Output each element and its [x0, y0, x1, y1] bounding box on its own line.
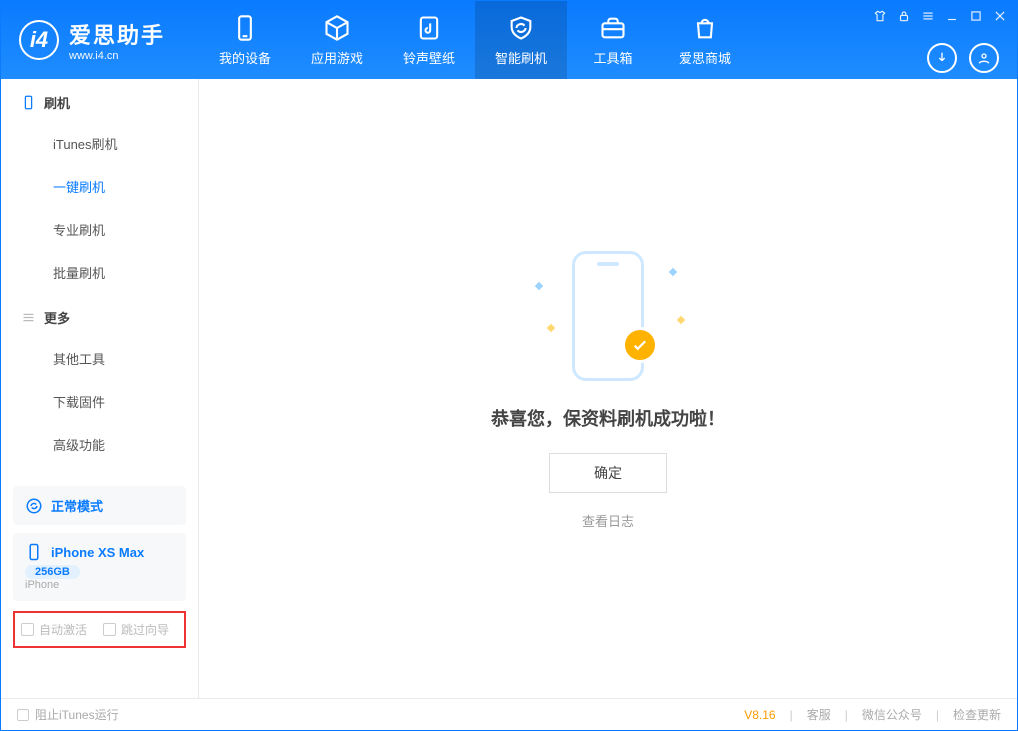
device-phone-icon [25, 543, 43, 561]
logo-text: 爱思助手 www.i4.cn [69, 18, 165, 62]
sync-icon [25, 497, 43, 515]
shirt-icon[interactable] [873, 9, 887, 28]
separator: | [845, 708, 848, 722]
tab-apps-games[interactable]: 应用游戏 [291, 1, 383, 79]
titlebar-controls [873, 9, 1007, 28]
device-type: iPhone [25, 579, 174, 591]
logo-block: i4 爱思助手 www.i4.cn [1, 1, 199, 79]
body: 刷机 iTunes刷机 一键刷机 专业刷机 批量刷机 更多 其他工具 下载固件 … [1, 79, 1017, 698]
success-message: 恭喜您，保资料刷机成功啦！ [491, 405, 725, 431]
close-icon[interactable] [993, 9, 1007, 28]
sparkle-icon [669, 268, 677, 276]
group-title-text: 刷机 [44, 93, 70, 112]
sidebar-group-more: 更多 [1, 294, 198, 337]
header-action-circles [927, 43, 999, 73]
footer: 阻止iTunes运行 V8.16 | 客服 | 微信公众号 | 检查更新 [1, 698, 1017, 730]
ok-button[interactable]: 确定 [549, 453, 667, 493]
refresh-shield-icon [507, 14, 535, 42]
tab-flash[interactable]: 智能刷机 [475, 1, 567, 79]
note-icon [415, 14, 443, 42]
phone-icon [231, 14, 259, 42]
tab-label: 爱思商城 [679, 48, 731, 67]
download-icon[interactable] [927, 43, 957, 73]
sidebar: 刷机 iTunes刷机 一键刷机 专业刷机 批量刷机 更多 其他工具 下载固件 … [1, 79, 199, 698]
checkbox-label: 自动激活 [39, 621, 87, 638]
sidebar-item-pro-flash[interactable]: 专业刷机 [1, 208, 198, 251]
app-window: i4 爱思助手 www.i4.cn 我的设备 应用游戏 铃声壁纸 智能刷机 [0, 0, 1018, 731]
tab-label: 应用游戏 [311, 48, 363, 67]
sparkle-icon [535, 282, 543, 290]
checkbox-block-itunes[interactable]: 阻止iTunes运行 [17, 706, 119, 723]
footer-links: V8.16 | 客服 | 微信公众号 | 检查更新 [744, 706, 1001, 723]
sparkle-icon [547, 324, 555, 332]
tab-label: 铃声壁纸 [403, 48, 455, 67]
mode-label: 正常模式 [51, 496, 103, 515]
separator: | [790, 708, 793, 722]
main-content: 恭喜您，保资料刷机成功啦！ 确定 查看日志 [199, 79, 1017, 698]
device-capacity-badge: 256GB [25, 565, 80, 579]
wechat-link[interactable]: 微信公众号 [862, 706, 922, 723]
success-graphic [528, 247, 688, 387]
sparkle-icon [677, 316, 685, 324]
tab-label: 工具箱 [593, 48, 632, 67]
tab-ringtones[interactable]: 铃声壁纸 [383, 1, 475, 79]
sidebar-item-advanced[interactable]: 高级功能 [1, 423, 198, 466]
checkbox-skip-guide[interactable]: 跳过向导 [103, 621, 169, 638]
update-link[interactable]: 检查更新 [953, 706, 1001, 723]
checkbox-label: 跳过向导 [121, 621, 169, 638]
sidebar-item-download-firmware[interactable]: 下载固件 [1, 380, 198, 423]
maximize-icon[interactable] [969, 9, 983, 28]
tab-toolbox[interactable]: 工具箱 [567, 1, 659, 79]
device-mode-button[interactable]: 正常模式 [13, 486, 186, 525]
checkbox-auto-activate[interactable]: 自动激活 [21, 621, 87, 638]
sidebar-item-itunes-flash[interactable]: iTunes刷机 [1, 122, 198, 165]
highlighted-options: 自动激活 跳过向导 [13, 611, 186, 648]
brand-site: www.i4.cn [69, 50, 165, 62]
checkmark-badge-icon [622, 327, 658, 363]
tab-store[interactable]: 爱思商城 [659, 1, 751, 79]
user-icon[interactable] [969, 43, 999, 73]
phone-small-icon [21, 95, 36, 110]
cube-icon [323, 14, 351, 42]
checkbox-label: 阻止iTunes运行 [35, 706, 119, 723]
briefcase-icon [599, 14, 627, 42]
sidebar-group-flash: 刷机 [1, 79, 198, 122]
version-label: V8.16 [744, 708, 775, 722]
sidebar-item-other-tools[interactable]: 其他工具 [1, 337, 198, 380]
tab-label: 智能刷机 [495, 48, 547, 67]
checkbox-icon [21, 623, 34, 636]
nav-tabs: 我的设备 应用游戏 铃声壁纸 智能刷机 工具箱 爱思商城 [199, 1, 751, 79]
support-link[interactable]: 客服 [807, 706, 831, 723]
minimize-icon[interactable] [945, 9, 959, 28]
logo-icon: i4 [19, 20, 59, 60]
header: i4 爱思助手 www.i4.cn 我的设备 应用游戏 铃声壁纸 智能刷机 [1, 1, 1017, 79]
checkbox-icon [103, 623, 116, 636]
device-name: iPhone XS Max [51, 545, 144, 560]
tab-label: 我的设备 [219, 48, 271, 67]
group-title-text: 更多 [44, 308, 70, 327]
sidebar-item-batch-flash[interactable]: 批量刷机 [1, 251, 198, 294]
view-log-link[interactable]: 查看日志 [582, 511, 634, 530]
separator: | [936, 708, 939, 722]
lock-icon[interactable] [897, 9, 911, 28]
tab-my-device[interactable]: 我的设备 [199, 1, 291, 79]
checkbox-icon [17, 709, 29, 721]
bag-icon [691, 14, 719, 42]
brand-name: 爱思助手 [69, 18, 165, 50]
sidebar-item-oneclick-flash[interactable]: 一键刷机 [1, 165, 198, 208]
list-icon [21, 310, 36, 325]
device-info-card[interactable]: iPhone XS Max 256GB iPhone [13, 533, 186, 601]
menu-icon[interactable] [921, 9, 935, 28]
